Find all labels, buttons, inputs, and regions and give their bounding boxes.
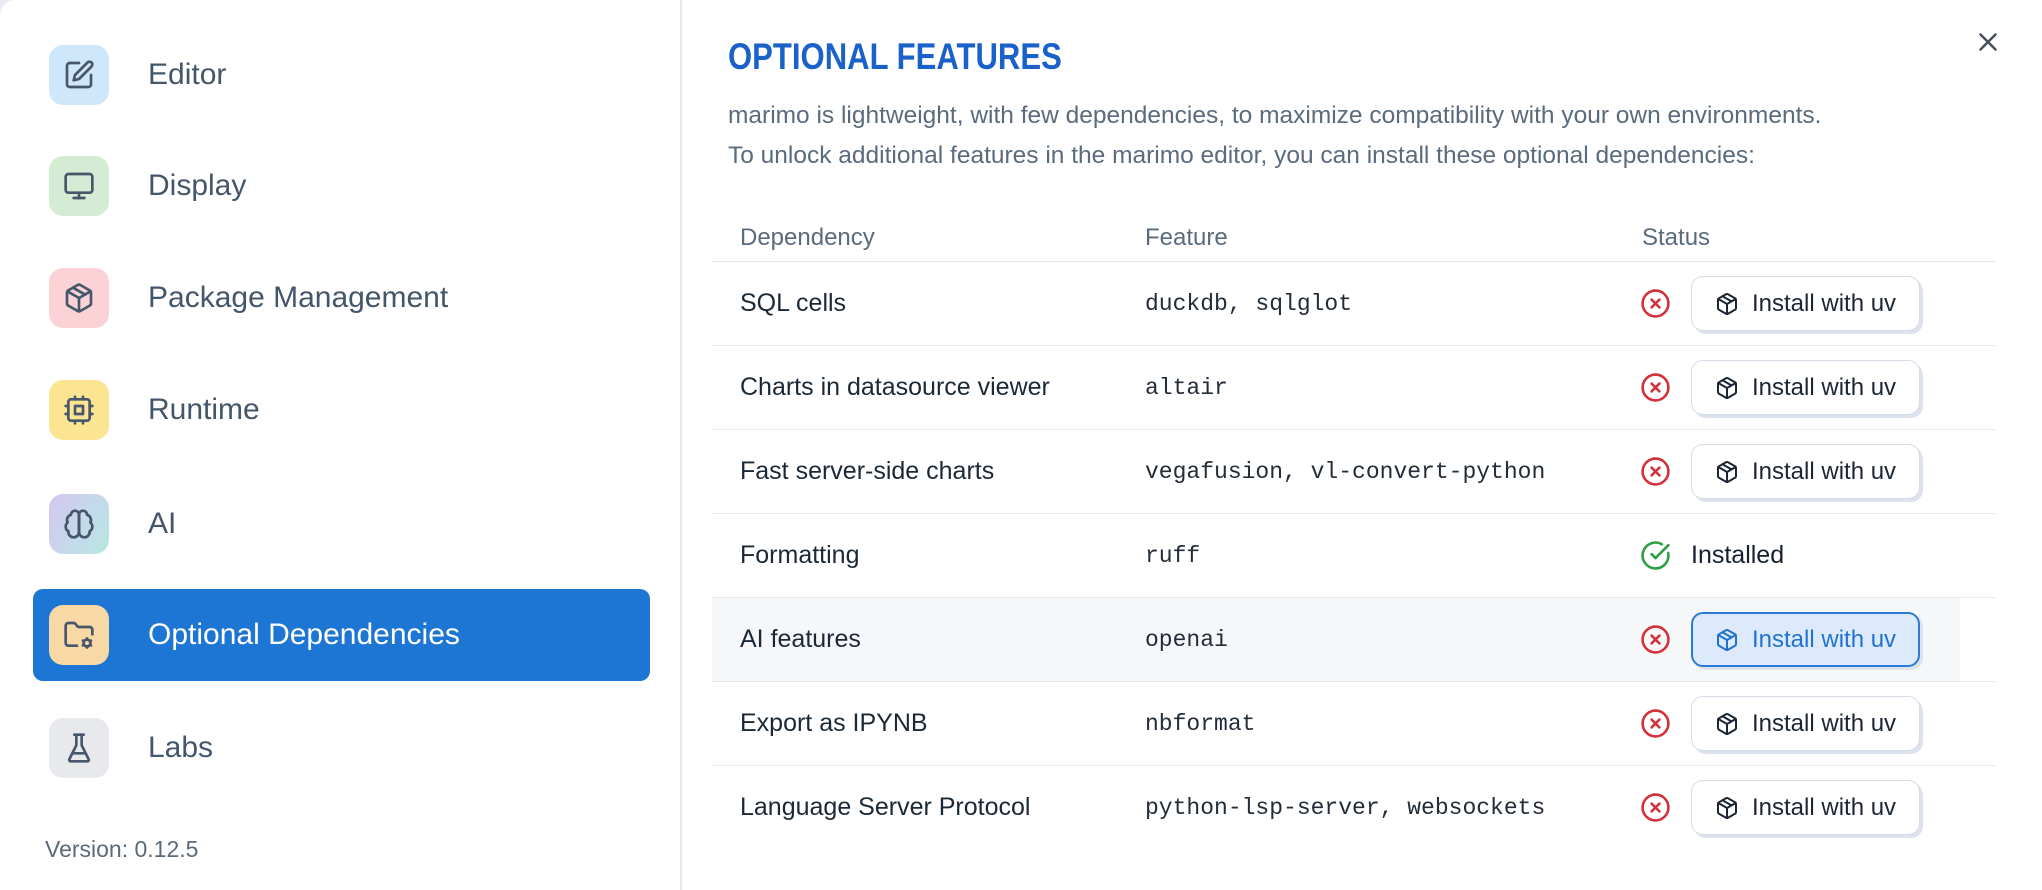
package-icon xyxy=(1715,796,1739,820)
dependency-name: Fast server-side charts xyxy=(740,457,995,485)
sidebar-item-label: Optional Dependencies xyxy=(148,618,460,651)
dependency-name: Formatting xyxy=(740,541,860,569)
dependency-name: Charts in datasource viewer xyxy=(740,373,1050,401)
circle-x-icon xyxy=(1640,624,1671,655)
table-row: SQL cells duckdb, sqlglot Install with u… xyxy=(712,262,1996,346)
install-button-label: Install with uv xyxy=(1752,625,1897,653)
column-header-status: Status xyxy=(1642,224,1711,251)
sidebar-item-label: Runtime xyxy=(148,393,260,426)
table-row: Formatting ruff Installed xyxy=(712,514,1996,598)
package-icon xyxy=(1715,376,1739,400)
flask-icon xyxy=(49,718,109,778)
column-header-feature: Feature xyxy=(1145,224,1228,251)
install-button-label: Install with uv xyxy=(1752,457,1897,485)
install-with-uv-button[interactable]: Install with uv xyxy=(1691,612,1921,667)
column-header-dependency: Dependency xyxy=(740,224,875,251)
settings-sidebar: Editor Display Package Management Runtim… xyxy=(0,0,680,890)
sidebar-item-label: Labs xyxy=(148,731,214,764)
sidebar-item-runtime[interactable]: Runtime xyxy=(33,364,650,456)
table-header-row: Dependency Feature Status xyxy=(712,215,1996,262)
install-with-uv-button[interactable]: Install with uv xyxy=(1691,360,1921,415)
cpu-icon xyxy=(49,380,109,440)
table-row: AI features openai Install with uv xyxy=(712,598,1996,682)
sidebar-item-package-management[interactable]: Package Management xyxy=(33,252,650,344)
description-line: To unlock additional features in the mar… xyxy=(728,142,1755,169)
feature-packages: vegafusion, vl-convert-python xyxy=(1145,458,1546,485)
feature-packages: nbformat xyxy=(1145,710,1256,737)
install-button-label: Install with uv xyxy=(1752,709,1897,737)
install-with-uv-button[interactable]: Install with uv xyxy=(1691,444,1921,499)
sidebar-item-label: AI xyxy=(148,507,177,540)
package-icon xyxy=(1715,628,1739,652)
install-button-label: Install with uv xyxy=(1752,793,1897,821)
circle-x-icon xyxy=(1640,792,1671,823)
dependencies-table: Dependency Feature Status SQL cells duck… xyxy=(712,215,1996,849)
feature-packages: altair xyxy=(1145,374,1228,401)
sidebar-item-display[interactable]: Display xyxy=(33,140,650,232)
feature-packages: python-lsp-server, websockets xyxy=(1145,794,1546,821)
folder-cog-icon xyxy=(49,605,109,665)
circle-check-icon xyxy=(1640,540,1671,571)
page-title: OPTIONAL FEATURES xyxy=(728,36,1062,77)
table-row: Charts in datasource viewer altair Insta… xyxy=(712,346,1996,430)
feature-packages: duckdb, sqlglot xyxy=(1145,290,1353,317)
sidebar-item-label: Display xyxy=(148,169,247,202)
square-pen-icon xyxy=(49,45,109,105)
feature-packages: ruff xyxy=(1145,542,1201,569)
brain-icon xyxy=(49,494,109,554)
sidebar-item-ai[interactable]: AI xyxy=(33,478,650,570)
close-button[interactable] xyxy=(1966,20,2010,64)
package-icon xyxy=(49,268,109,328)
sidebar-item-label: Package Management xyxy=(148,281,449,314)
dependency-name: Language Server Protocol xyxy=(740,793,1031,821)
sidebar-item-editor[interactable]: Editor xyxy=(33,29,650,121)
close-icon xyxy=(1973,27,2003,57)
circle-x-icon xyxy=(1640,372,1671,403)
package-icon xyxy=(1715,292,1739,316)
table-row: Export as IPYNB nbformat Install with uv xyxy=(712,682,1996,766)
optional-features-panel: OPTIONAL FEATURES marimo is lightweight,… xyxy=(682,0,2042,890)
installed-status-label: Installed xyxy=(1691,541,1785,569)
sidebar-item-label: Editor xyxy=(148,58,227,91)
package-icon xyxy=(1715,712,1739,736)
install-button-label: Install with uv xyxy=(1752,373,1897,401)
settings-dialog: Editor Display Package Management Runtim… xyxy=(0,0,2042,890)
panel-description: marimo is lightweight, with few dependen… xyxy=(728,96,1821,176)
install-with-uv-button[interactable]: Install with uv xyxy=(1691,696,1921,751)
sidebar-item-optional-dependencies[interactable]: Optional Dependencies xyxy=(33,589,650,681)
table-row: Language Server Protocol python-lsp-serv… xyxy=(712,766,1996,849)
install-button-label: Install with uv xyxy=(1752,289,1897,317)
install-with-uv-button[interactable]: Install with uv xyxy=(1691,276,1921,331)
dependency-name: Export as IPYNB xyxy=(740,709,928,737)
version-label: Version: 0.12.5 xyxy=(45,836,199,862)
circle-x-icon xyxy=(1640,288,1671,319)
table-row: Fast server-side charts vegafusion, vl-c… xyxy=(712,430,1996,514)
feature-packages: openai xyxy=(1145,626,1228,653)
sidebar-item-labs[interactable]: Labs xyxy=(33,702,650,794)
install-with-uv-button[interactable]: Install with uv xyxy=(1691,780,1921,835)
dependency-name: AI features xyxy=(740,625,861,653)
description-line: marimo is lightweight, with few dependen… xyxy=(728,102,1822,129)
package-icon xyxy=(1715,460,1739,484)
monitor-icon xyxy=(49,156,109,216)
circle-x-icon xyxy=(1640,456,1671,487)
circle-x-icon xyxy=(1640,708,1671,739)
dependency-name: SQL cells xyxy=(740,289,847,317)
